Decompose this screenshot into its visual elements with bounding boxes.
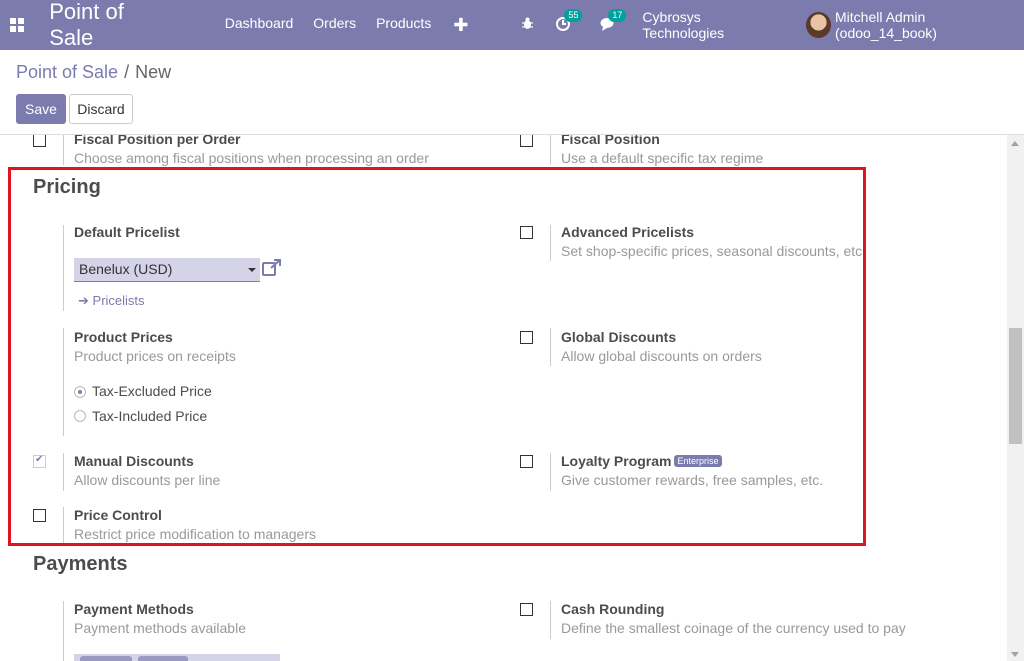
loyalty-program-title: Loyalty Program Enterprise — [561, 453, 722, 469]
settings-content: Fiscal Position per Order Choose among f… — [0, 135, 1007, 661]
loyalty-program-desc: Give customer rewards, free samples, etc… — [561, 472, 824, 488]
breadcrumb: Point of Sale / New — [16, 62, 171, 83]
cash-rounding-title: Cash Rounding — [561, 601, 665, 617]
menu-orders[interactable]: Orders — [313, 15, 356, 36]
fiscal-position-per-order-desc: Choose among fiscal positions when proce… — [74, 150, 429, 166]
user-menu[interactable]: Mitchell Admin (odoo_14_book) — [835, 9, 1024, 41]
discard-button[interactable]: Discard — [69, 94, 133, 124]
payment-method-tag[interactable] — [138, 656, 188, 661]
fiscal-position-title: Fiscal Position — [561, 135, 660, 147]
global-discounts-desc: Allow global discounts on orders — [561, 348, 762, 364]
price-control-desc: Restrict price modification to managers — [74, 526, 316, 542]
tax-included-label[interactable]: Tax-Included Price — [92, 408, 207, 424]
chevron-down-icon — [248, 268, 256, 272]
arrow-right-icon: ➔ — [78, 293, 89, 308]
scroll-thumb[interactable] — [1009, 328, 1022, 444]
default-pricelist-value: Benelux (USD) — [79, 261, 173, 277]
chat-count-badge: 17 — [608, 8, 627, 22]
menu-products[interactable]: Products — [376, 15, 431, 36]
default-pricelist-title: Default Pricelist — [74, 224, 180, 240]
loyalty-program-checkbox[interactable] — [520, 455, 533, 468]
systray: 55 17 Cybrosys Technologies Mitchell Adm… — [521, 8, 1024, 41]
chat-icon[interactable]: 17 — [600, 8, 627, 34]
price-control-checkbox[interactable] — [33, 509, 46, 522]
payment-methods-field[interactable] — [74, 654, 280, 661]
advanced-pricelists-checkbox[interactable] — [520, 226, 533, 239]
external-link-icon[interactable] — [262, 259, 282, 282]
global-discounts-checkbox[interactable] — [520, 331, 533, 344]
breadcrumb-separator: / — [124, 62, 130, 82]
setting-divider — [63, 601, 64, 661]
menu-dashboard[interactable]: Dashboard — [225, 15, 294, 36]
price-control-title: Price Control — [74, 507, 162, 523]
user-avatar[interactable] — [805, 12, 831, 38]
scroll-down-arrow-icon[interactable] — [1011, 652, 1019, 657]
setting-divider — [550, 328, 551, 366]
tax-included-radio[interactable] — [74, 410, 86, 422]
payment-methods-desc: Payment methods available — [74, 620, 246, 636]
setting-divider — [550, 453, 551, 491]
activity-count-badge: 55 — [564, 8, 583, 22]
company-switcher[interactable]: Cybrosys Technologies — [642, 9, 781, 41]
manual-discounts-title: Manual Discounts — [74, 453, 194, 469]
setting-divider — [63, 328, 64, 436]
tax-excluded-radio[interactable] — [74, 386, 86, 398]
payment-methods-title: Payment Methods — [74, 601, 194, 617]
cash-rounding-checkbox[interactable] — [520, 603, 533, 616]
breadcrumb-current: New — [135, 62, 172, 82]
fiscal-position-desc: Use a default specific tax regime — [561, 150, 764, 166]
apps-menu-icon[interactable] — [2, 0, 31, 50]
fiscal-position-per-order-checkbox[interactable] — [33, 135, 46, 147]
pricelists-link[interactable]: ➔ Pricelists — [78, 293, 145, 309]
fiscal-position-per-order-title: Fiscal Position per Order — [74, 135, 241, 147]
enterprise-badge: Enterprise — [674, 455, 722, 467]
activity-icon[interactable]: 55 — [556, 8, 583, 34]
bug-icon[interactable] — [521, 17, 534, 33]
breadcrumb-parent[interactable]: Point of Sale — [16, 62, 118, 83]
tax-excluded-label[interactable]: Tax-Excluded Price — [92, 383, 212, 399]
global-discounts-title: Global Discounts — [561, 329, 677, 345]
pricing-heading: Pricing — [33, 176, 101, 198]
setting-divider — [63, 453, 64, 491]
fiscal-position-checkbox[interactable] — [520, 135, 533, 147]
main-menu: Dashboard Orders Products ✚ — [225, 15, 489, 36]
setting-divider — [550, 135, 551, 165]
product-prices-desc: Product prices on receipts — [74, 348, 236, 364]
pricelists-link-label: Pricelists — [92, 293, 145, 308]
plus-icon[interactable]: ✚ — [453, 15, 468, 36]
payment-method-tag[interactable] — [80, 656, 132, 661]
setting-divider — [63, 225, 64, 311]
manual-discounts-checkbox[interactable] — [33, 454, 46, 468]
top-navbar: Point of Sale Dashboard Orders Products … — [0, 0, 1024, 50]
vertical-scrollbar[interactable] — [1007, 135, 1024, 661]
save-button[interactable]: Save — [16, 94, 66, 124]
setting-divider — [550, 601, 551, 639]
setting-divider — [63, 135, 64, 165]
scroll-up-arrow-icon[interactable] — [1011, 141, 1019, 146]
loyalty-program-label: Loyalty Program — [561, 453, 672, 469]
setting-divider — [63, 507, 64, 543]
advanced-pricelists-title: Advanced Pricelists — [561, 224, 695, 240]
app-brand[interactable]: Point of Sale — [49, 0, 171, 51]
payments-heading: Payments — [33, 553, 128, 575]
setting-divider — [550, 225, 551, 261]
default-pricelist-select[interactable]: Benelux (USD) — [74, 258, 260, 282]
cash-rounding-desc: Define the smallest coinage of the curre… — [561, 620, 906, 636]
product-prices-title: Product Prices — [74, 329, 173, 345]
manual-discounts-desc: Allow discounts per line — [74, 472, 221, 488]
advanced-pricelists-desc: Set shop-specific prices, seasonal disco… — [561, 243, 867, 259]
